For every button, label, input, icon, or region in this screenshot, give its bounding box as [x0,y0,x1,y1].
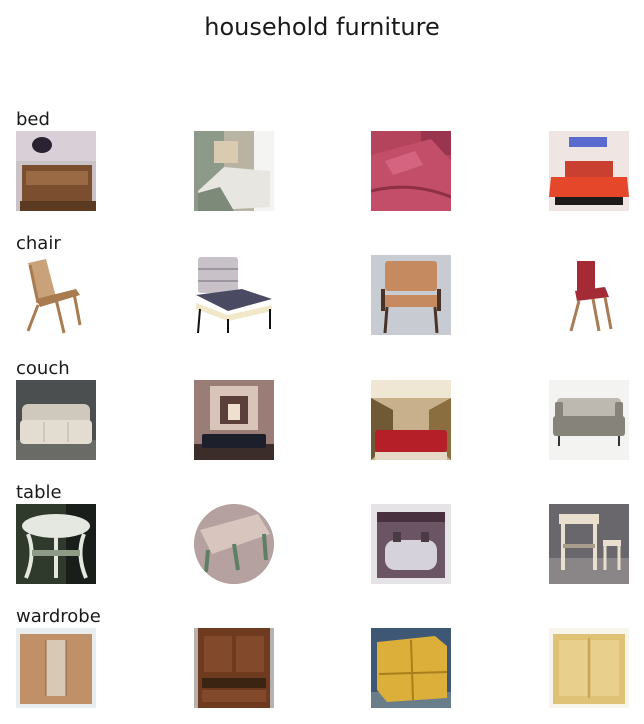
round-table-with-green-legs-picture [194,504,274,584]
row-label-bed: bed [16,109,50,130]
upholstered-striped-chair-picture [194,255,274,335]
couch-image-2 [194,380,274,460]
couch-image-3 [371,380,451,460]
chair-image-4 [549,255,629,335]
red-sofa-in-room-picture [371,380,451,460]
wardrobe-image-4 [549,628,629,708]
wardrobe-image-2 [194,628,274,708]
bed-with-pink-cover-picture [371,131,451,211]
bed-in-room-picture [194,131,274,211]
row-label-table: table [16,482,62,503]
red-cushion-folding-chair-picture [549,255,629,335]
table-image-3 [371,504,451,584]
couch-image-4 [549,380,629,460]
figure-title: household furniture [204,13,440,41]
table-image-4 [549,504,629,584]
bed-image-4 [549,131,629,211]
wardrobe-image-3 [371,628,451,708]
row-label-wardrobe: wardrobe [16,606,101,627]
dark-wood-armoire-picture [194,628,274,708]
beige-sofa-picture [16,380,96,460]
wooden-wardrobe-with-mirror-picture [16,628,96,708]
bed-with-wooden-frame-picture [16,131,96,211]
white-ornate-side-table-picture [16,504,96,584]
table-image-1 [16,504,96,584]
wooden-folding-chair-picture [16,255,96,335]
bed-image-1 [16,131,96,211]
wardrobe-image-1 [16,628,96,708]
white-bar-table-and-stool-picture [549,504,629,584]
table-with-white-cloth-picture [371,504,451,584]
table-image-2 [194,504,274,584]
couch-image-1 [16,380,96,460]
chair-image-1 [16,255,96,335]
gray-armchair-picture [549,380,629,460]
pale-yellow-cabinet-picture [549,628,629,708]
chair-image-3 [371,255,451,335]
black-bench-with-fireplace-picture [194,380,274,460]
chair-image-2 [194,255,274,335]
row-label-chair: chair [16,233,61,254]
bed-with-red-cover-picture [549,131,629,211]
yellow-wood-cabinet-picture [371,628,451,708]
tan-leather-armchair-picture [371,255,451,335]
bed-image-3 [371,131,451,211]
row-label-couch: couch [16,358,70,379]
bed-image-2 [194,131,274,211]
